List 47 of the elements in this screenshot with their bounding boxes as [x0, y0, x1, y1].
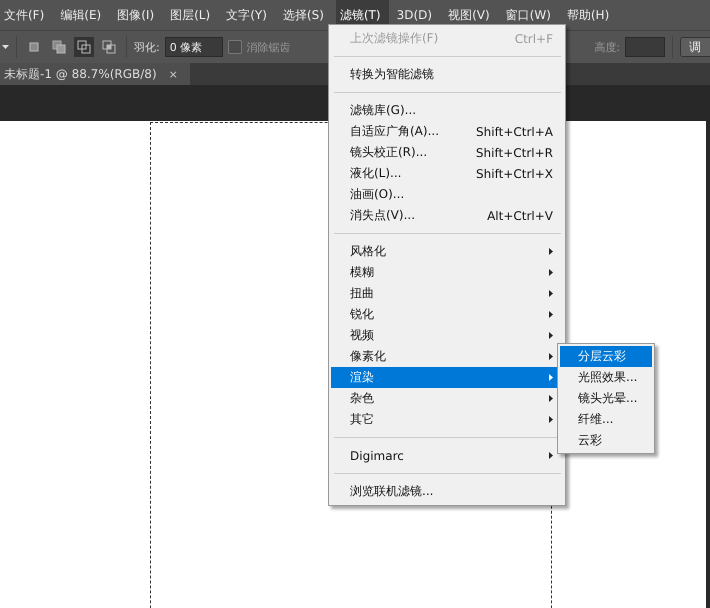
feather-label: 羽化:	[134, 40, 160, 54]
menu-bar-item[interactable]: 图层(L)	[166, 0, 218, 30]
menu-item[interactable]: 油画(O)...	[331, 184, 563, 205]
menu-item[interactable]: 自适应广角(A)... Shift+Ctrl+A	[331, 121, 563, 142]
menu-item[interactable]: 滤镜库(G)...	[331, 100, 563, 121]
menu-bar-item[interactable]: 文件(F)	[0, 0, 52, 30]
menu-item[interactable]: 模糊	[331, 262, 563, 283]
submenu-item[interactable]: 分层云彩	[560, 346, 652, 367]
menu-item[interactable]: 扭曲	[331, 283, 563, 304]
menu-bar-item[interactable]: 帮助(H)	[562, 0, 618, 30]
submenu-arrow-icon	[549, 269, 553, 276]
menu-item[interactable]: 转换为智能滤镜	[331, 64, 563, 85]
submenu-arrow-icon	[549, 311, 553, 318]
submenu-item[interactable]: 镜头光晕...	[560, 388, 652, 409]
submenu-item[interactable]: 云彩	[560, 430, 652, 451]
submenu-arrow-icon	[549, 290, 553, 297]
menu-item[interactable]: 风格化	[331, 241, 563, 262]
menu-item[interactable]: 浏览联机滤镜...	[331, 481, 563, 502]
submenu-arrow-icon	[549, 416, 553, 423]
submenu-item[interactable]: 光照效果...	[560, 367, 652, 388]
submenu-arrow-icon	[549, 395, 553, 402]
menu-bar-item[interactable]: 图像(I)	[113, 0, 162, 30]
menu-item[interactable]: 消失点(V)... Alt+Ctrl+V	[331, 205, 563, 226]
menu-item[interactable]: 视频	[331, 325, 563, 346]
document-tab[interactable]: 未标题-1 @ 88.7%(RGB/8) ×	[0, 63, 190, 85]
menu-bar-item[interactable]: 编辑(E)	[56, 0, 110, 30]
submenu-arrow-icon	[549, 374, 553, 381]
height-field[interactable]	[625, 37, 665, 57]
submenu-arrow-icon	[549, 353, 553, 360]
submenu-item[interactable]: 纤维...	[560, 409, 652, 430]
menu-bar-item[interactable]: 选择(S)	[278, 0, 332, 30]
dropdown-caret-icon[interactable]	[2, 45, 9, 49]
selection-mode-icon[interactable]	[74, 37, 94, 57]
submenu-arrow-icon	[549, 332, 553, 339]
submenu-arrow-icon	[549, 248, 553, 255]
menu-item[interactable]: 镜头校正(R)... Shift+Ctrl+R	[331, 142, 563, 163]
submenu-arrow-icon	[549, 452, 553, 459]
menu-item[interactable]: 锐化	[331, 304, 563, 325]
document-title: 未标题-1 @ 88.7%(RGB/8)	[4, 66, 157, 82]
feather-field[interactable]: 0 像素	[164, 37, 223, 57]
menu-item[interactable]: Digimarc	[331, 445, 563, 466]
antialias-label: 消除锯齿	[246, 40, 291, 54]
height-label: 高度:	[594, 40, 620, 54]
adjust-edge-button[interactable]: 调	[680, 37, 710, 57]
menu-bar-item[interactable]: 文字(Y)	[222, 0, 275, 30]
close-tab-button[interactable]: ×	[168, 68, 178, 80]
menu-item[interactable]: 液化(L)... Shift+Ctrl+X	[331, 163, 563, 184]
